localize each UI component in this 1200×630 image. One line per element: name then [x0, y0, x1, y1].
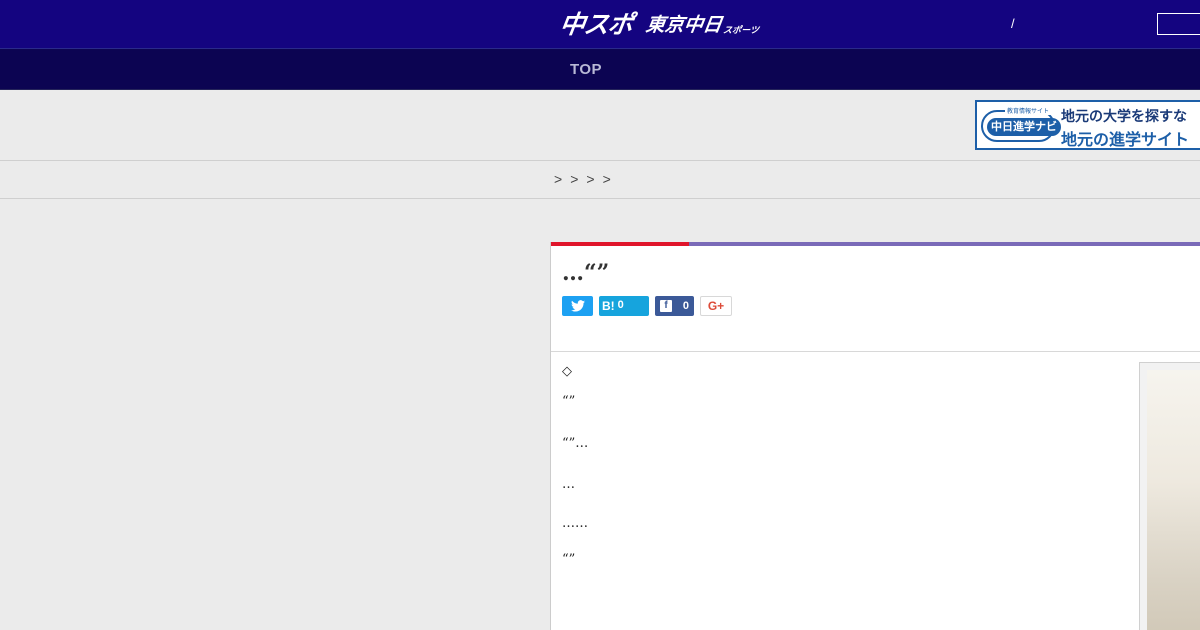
ad-headline: 地元の大学を探すな — [1061, 109, 1187, 125]
breadcrumb-bar: > > > > — [0, 160, 1200, 199]
article-paragraph: … — [562, 477, 575, 492]
ad-banner[interactable]: 教育情報サイト 中日進学ナビ 地元の大学を探すな 地元の進学サイト — [975, 100, 1200, 150]
breadcrumb-separator: > — [570, 171, 579, 187]
main-nav: TOP — [0, 48, 1200, 90]
hatena-bookmark-button[interactable]: B! 0 — [599, 296, 649, 316]
article-photo-frame — [1139, 362, 1200, 630]
ad-logo-top-text: 教育情報サイト — [1005, 106, 1052, 115]
article-paragraph: ◇ — [562, 364, 572, 379]
google-plus-button[interactable]: G+ — [700, 296, 732, 316]
site-logo[interactable]: 中スポ 東京中日 スポーツ — [558, 6, 760, 42]
facebook-share-button[interactable]: f 0 — [655, 296, 694, 316]
hatena-icon: B! — [602, 299, 615, 313]
facebook-icon: f — [660, 300, 672, 312]
nav-item-top[interactable]: TOP — [570, 61, 602, 78]
google-plus-icon: G+ — [707, 299, 725, 313]
facebook-count: 0 — [682, 300, 689, 312]
breadcrumb-separator: > — [586, 171, 595, 187]
article-accent-red — [551, 242, 689, 246]
hatena-count: 0 — [617, 299, 624, 311]
twitter-share-button[interactable] — [562, 296, 593, 316]
breadcrumb-separator: > — [602, 171, 611, 187]
breadcrumb: > > > > — [554, 171, 611, 187]
share-buttons: B! 0 f 0 G+ — [562, 296, 732, 316]
logo-main-text: 中スポ — [558, 10, 635, 39]
article-paragraph: …… — [562, 516, 588, 531]
ad-logo-text: 中日進学ナビ — [987, 118, 1061, 136]
article-title: …“” — [562, 260, 610, 286]
article-paragraph: “”… — [562, 436, 589, 451]
header-search-box[interactable] — [1157, 13, 1200, 35]
twitter-icon — [570, 300, 585, 312]
ad-subheadline: 地元の進学サイト — [1061, 130, 1190, 149]
article-paragraph: “” — [562, 552, 576, 567]
article-divider — [551, 351, 1200, 352]
article-card: …“” B! 0 f 0 G+ ◇ “” “”… … …… “” — [550, 242, 1200, 630]
header-divider-text: / — [1011, 16, 1015, 31]
breadcrumb-separator: > — [554, 171, 563, 187]
logo-sub-text: 東京中日 — [644, 14, 724, 36]
article-paragraph: “” — [562, 394, 576, 409]
logo-small-text: スポーツ — [722, 26, 760, 36]
ad-logo: 教育情報サイト 中日進学ナビ — [981, 106, 1061, 142]
article-photo[interactable] — [1147, 370, 1200, 630]
site-header: 中スポ 東京中日 スポーツ / — [0, 0, 1200, 48]
